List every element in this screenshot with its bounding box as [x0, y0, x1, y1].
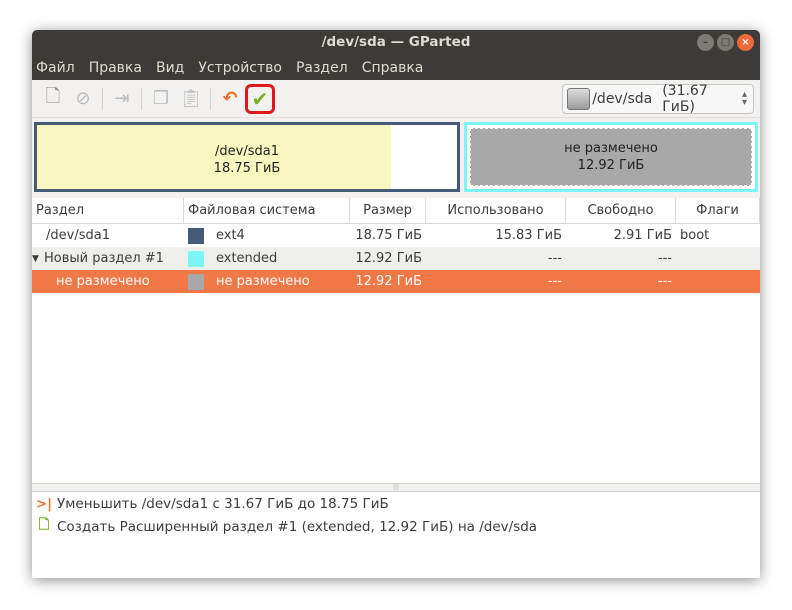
cell-free: ---	[657, 251, 672, 266]
graph-partition-name: не размечено	[564, 141, 658, 156]
undo-arrow-icon: ↶	[222, 88, 238, 109]
hard-disk-icon	[567, 88, 591, 110]
header-partition[interactable]: Раздел	[32, 198, 184, 223]
window-title: /dev/sda — GParted	[321, 34, 471, 50]
cell-size: 18.75 ГиБ	[355, 228, 422, 243]
apply-button[interactable]: ✔	[245, 83, 275, 114]
new-document-icon: 🗋	[38, 517, 50, 533]
cell-free: 2.91 ГиБ	[613, 228, 672, 243]
header-free[interactable]: Свободно	[566, 198, 676, 223]
new-partition-button[interactable]: 🗋	[38, 84, 68, 114]
menu-help[interactable]: Справка	[362, 60, 424, 76]
header-filesystem[interactable]: Файловая система	[184, 198, 350, 223]
resize-icon: >|	[35, 495, 53, 512]
resize-move-button[interactable]: ⇥	[107, 84, 137, 114]
menu-bar: Файл Правка Вид Устройство Раздел Справк…	[32, 55, 760, 80]
menu-device[interactable]: Устройство	[198, 60, 282, 76]
title-bar: /dev/sda — GParted – □ ×	[32, 30, 760, 55]
partition-graph: /dev/sda1 18.75 ГиБ не размечено 12.92 ГиБ	[34, 122, 758, 194]
cell-used: 15.83 ГиБ	[495, 228, 562, 243]
separator	[210, 87, 211, 110]
cell-fs: ext4	[216, 228, 245, 243]
graph-partition-size: 18.75 ГиБ	[213, 161, 281, 176]
table-row[interactable]: /dev/sda1 ext4 18.75 ГиБ 15.83 ГиБ 2.91 …	[32, 224, 760, 247]
cell-partition: Новый раздел #1	[44, 251, 164, 266]
fs-color-swatch	[188, 250, 204, 267]
menu-edit[interactable]: Правка	[89, 60, 142, 76]
resize-icon: ⇥	[114, 88, 130, 109]
separator	[102, 87, 103, 110]
operation-text: Создать Расширенный раздел #1 (extended,…	[57, 518, 538, 535]
cell-fs: extended	[216, 251, 278, 266]
table-row[interactable]: ▼ Новый раздел #1 extended 12.92 ГиБ --- …	[32, 247, 760, 270]
delete-button[interactable]: ⊘	[68, 84, 98, 114]
header-size[interactable]: Размер	[350, 198, 426, 223]
cell-free: ---	[657, 274, 672, 289]
partition-table: Раздел Файловая система Размер Использов…	[32, 198, 760, 483]
gparted-window: /dev/sda — GParted – □ × Файл Правка Вид…	[32, 30, 760, 578]
separator	[141, 87, 142, 110]
cell-flags: boot	[680, 228, 710, 243]
pending-operations-list: >| Уменьшить /dev/sda1 с 31.67 ГиБ до 18.…	[32, 492, 760, 578]
cell-flags	[676, 270, 760, 293]
updown-arrow-icon: ▴ ▾	[741, 89, 747, 108]
table-row-selected[interactable]: не размечено не размечено 12.92 ГиБ --- …	[32, 270, 760, 293]
copy-icon: ❐	[152, 88, 170, 109]
device-size: (31.67 ГиБ)	[662, 83, 708, 115]
operation-item[interactable]: 🗋 Создать Расширенный раздел #1 (extended…	[32, 515, 760, 538]
graph-partition-size: 12.92 ГиБ	[577, 158, 645, 173]
graph-partition-unallocated[interactable]: не размечено 12.92 ГиБ	[464, 122, 758, 192]
minimize-button[interactable]: –	[697, 34, 714, 51]
menu-file[interactable]: Файл	[36, 60, 75, 76]
cell-flags	[676, 247, 760, 270]
cell-size: 12.92 ГиБ	[355, 274, 422, 289]
new-document-icon: 🗋	[45, 85, 61, 107]
maximize-button[interactable]: □	[717, 34, 734, 51]
cell-partition: не размечено	[56, 274, 150, 289]
expander-arrow-icon[interactable]: ▼	[32, 254, 44, 264]
pane-splitter[interactable]: |||	[32, 483, 760, 492]
fs-color-swatch	[188, 273, 204, 290]
operation-item[interactable]: >| Уменьшить /dev/sda1 с 31.67 ГиБ до 18.…	[32, 492, 760, 515]
menu-partition[interactable]: Раздел	[296, 60, 348, 76]
paste-button[interactable]: 📋︎	[176, 84, 206, 114]
cell-used: ---	[547, 274, 562, 289]
table-header: Раздел Файловая система Размер Использов…	[32, 198, 760, 224]
header-used[interactable]: Использовано	[426, 198, 566, 223]
device-selector[interactable]: /dev/sda (31.67 ГиБ) ▴ ▾	[562, 83, 754, 115]
menu-view[interactable]: Вид	[156, 60, 184, 76]
prohibited-icon: ⊘	[75, 88, 91, 109]
operation-text: Уменьшить /dev/sda1 с 31.67 ГиБ до 18.75…	[57, 495, 389, 512]
close-button[interactable]: ×	[737, 34, 754, 51]
device-name: /dev/sda	[592, 91, 653, 107]
undo-button[interactable]: ↶	[215, 84, 245, 114]
header-flags[interactable]: Флаги	[676, 198, 760, 223]
toolbar: 🗋 ⊘ ⇥ ❐ 📋︎ ↶ ✔ /dev/sda (31.67 ГиБ) ▴ ▾	[32, 80, 760, 118]
graph-partition-name: /dev/sda1	[215, 144, 279, 159]
cell-fs: не размечено	[216, 274, 310, 289]
cell-partition: /dev/sda1	[46, 228, 110, 243]
checkmark-icon: ✔	[251, 86, 269, 111]
fs-color-swatch	[188, 227, 204, 244]
cell-used: ---	[547, 251, 562, 266]
cell-size: 12.92 ГиБ	[355, 251, 422, 266]
graph-partition-sda1[interactable]: /dev/sda1 18.75 ГиБ	[34, 122, 460, 192]
copy-button[interactable]: ❐	[146, 84, 176, 114]
paste-icon: 📋︎	[179, 88, 203, 109]
